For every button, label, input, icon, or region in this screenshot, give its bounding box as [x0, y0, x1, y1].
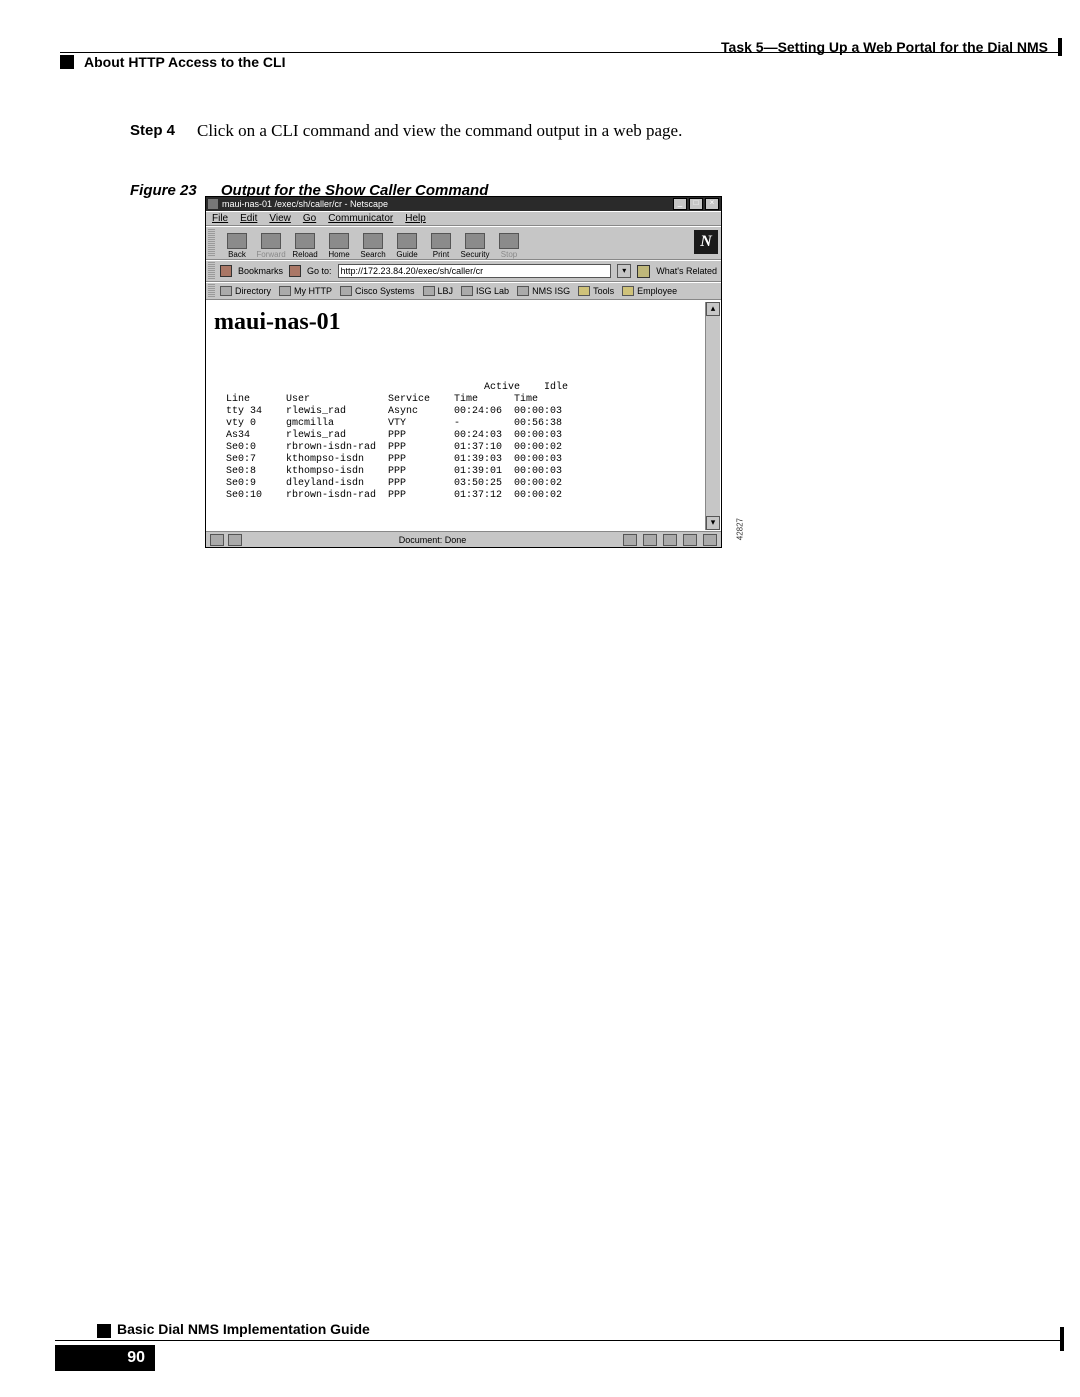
minimize-button[interactable]: _	[673, 198, 687, 210]
netscape-logo-icon: N	[694, 230, 718, 254]
component-icon[interactable]	[643, 534, 657, 546]
footer-square-icon	[97, 1324, 111, 1338]
component-icon[interactable]	[703, 534, 717, 546]
maximize-button[interactable]: □	[689, 198, 703, 210]
link-icon	[279, 286, 291, 296]
locbar-grip[interactable]	[208, 262, 215, 280]
menu-go[interactable]: Go	[303, 213, 316, 224]
security-icon	[465, 233, 485, 249]
whats-related-icon[interactable]	[637, 265, 650, 278]
browser-window: maui-nas-01 /exec/sh/caller/cr - Netscap…	[205, 196, 722, 548]
component-icon[interactable]	[623, 534, 637, 546]
pt-cisco[interactable]: Cisco Systems	[340, 286, 415, 296]
footer-rule	[55, 1340, 1064, 1341]
scroll-down-button[interactable]: ▾	[706, 516, 720, 530]
whats-related-label[interactable]: What's Related	[656, 266, 717, 276]
status-icon	[210, 534, 224, 546]
link-icon	[517, 286, 529, 296]
menu-edit[interactable]: Edit	[240, 213, 257, 224]
pt-lbj[interactable]: LBJ	[423, 286, 454, 296]
pt-directory[interactable]: Directory	[220, 286, 271, 296]
goto-icon	[289, 265, 301, 277]
window-title: maui-nas-01 /exec/sh/caller/cr - Netscap…	[222, 199, 388, 209]
url-dropdown-button[interactable]: ▾	[617, 264, 631, 278]
component-icon[interactable]	[683, 534, 697, 546]
location-bar: Bookmarks Go to: http://172.23.84.20/exe…	[206, 260, 721, 282]
nav-toolbar: Back Forward Reload Home Search Guide Pr…	[206, 226, 721, 260]
back-button[interactable]: Back	[220, 233, 254, 259]
goto-label: Go to:	[307, 266, 332, 276]
stop-button[interactable]: Stop	[492, 233, 526, 259]
chapter-title: Task 5—Setting Up a Web Portal for the D…	[721, 38, 1062, 56]
home-icon	[329, 233, 349, 249]
figure-ref-number: 42827	[735, 518, 744, 540]
link-icon	[340, 286, 352, 296]
close-button[interactable]: ×	[705, 198, 719, 210]
pt-tools[interactable]: Tools	[578, 286, 614, 296]
app-icon	[208, 199, 218, 209]
status-text: Document: Done	[242, 535, 623, 545]
pt-employee[interactable]: Employee	[622, 286, 677, 296]
menu-communicator[interactable]: Communicator	[328, 213, 393, 224]
bookmarks-label[interactable]: Bookmarks	[238, 266, 283, 276]
menu-bar: File Edit View Go Communicator Help	[206, 211, 721, 226]
pt-myhttp[interactable]: My HTTP	[279, 286, 332, 296]
book-title: Basic Dial NMS Implementation Guide	[117, 1321, 370, 1337]
menu-view[interactable]: View	[269, 213, 291, 224]
bookmarks-icon[interactable]	[220, 265, 232, 277]
cli-output: Active Idle Line User Service Time Time …	[214, 382, 713, 502]
link-icon	[220, 286, 232, 296]
status-bar: Document: Done	[206, 531, 721, 547]
reload-icon	[295, 233, 315, 249]
page-heading: maui-nas-01	[214, 309, 713, 336]
document-page: Task 5—Setting Up a Web Portal for the D…	[0, 0, 1080, 1397]
folder-icon	[578, 286, 590, 296]
status-icon	[228, 534, 242, 546]
footer-end-bar	[1060, 1327, 1064, 1351]
step-row: Step 4 Click on a CLI command and view t…	[130, 120, 970, 142]
ptbar-grip[interactable]	[208, 284, 215, 298]
section-title: About HTTP Access to the CLI	[60, 54, 285, 70]
security-button[interactable]: Security	[458, 233, 492, 259]
step-text: Click on a CLI command and view the comm…	[197, 120, 682, 142]
figure-image: maui-nas-01 /exec/sh/caller/cr - Netscap…	[205, 196, 730, 548]
stop-icon	[499, 233, 519, 249]
forward-icon	[261, 233, 281, 249]
link-icon	[461, 286, 473, 296]
search-icon	[363, 233, 383, 249]
personal-toolbar: Directory My HTTP Cisco Systems LBJ ISG …	[206, 282, 721, 300]
home-button[interactable]: Home	[322, 233, 356, 259]
folder-icon	[622, 286, 634, 296]
step-label: Step 4	[130, 120, 175, 142]
print-button[interactable]: Print	[424, 233, 458, 259]
forward-button[interactable]: Forward	[254, 233, 288, 259]
search-button[interactable]: Search	[356, 233, 390, 259]
scroll-up-button[interactable]: ▴	[706, 302, 720, 316]
url-input[interactable]: http://172.23.84.20/exec/sh/caller/cr	[338, 264, 612, 278]
pt-isglab[interactable]: ISG Lab	[461, 286, 509, 296]
guide-button[interactable]: Guide	[390, 233, 424, 259]
toolbar-grip[interactable]	[208, 229, 215, 257]
link-icon	[423, 286, 435, 296]
menu-help[interactable]: Help	[405, 213, 426, 224]
print-icon	[431, 233, 451, 249]
reload-button[interactable]: Reload	[288, 233, 322, 259]
guide-icon	[397, 233, 417, 249]
browser-viewport: maui-nas-01 Active Idle Line User Servic…	[206, 300, 721, 531]
pt-nmsisg[interactable]: NMS ISG	[517, 286, 570, 296]
back-icon	[227, 233, 247, 249]
menu-file[interactable]: File	[212, 213, 228, 224]
page-number: 90	[55, 1345, 155, 1371]
scrollbar[interactable]: ▴ ▾	[705, 302, 720, 530]
figure-label: Figure 23	[130, 182, 197, 199]
component-icon[interactable]	[663, 534, 677, 546]
body: Step 4 Click on a CLI command and view t…	[130, 120, 970, 199]
window-titlebar[interactable]: maui-nas-01 /exec/sh/caller/cr - Netscap…	[206, 197, 721, 211]
